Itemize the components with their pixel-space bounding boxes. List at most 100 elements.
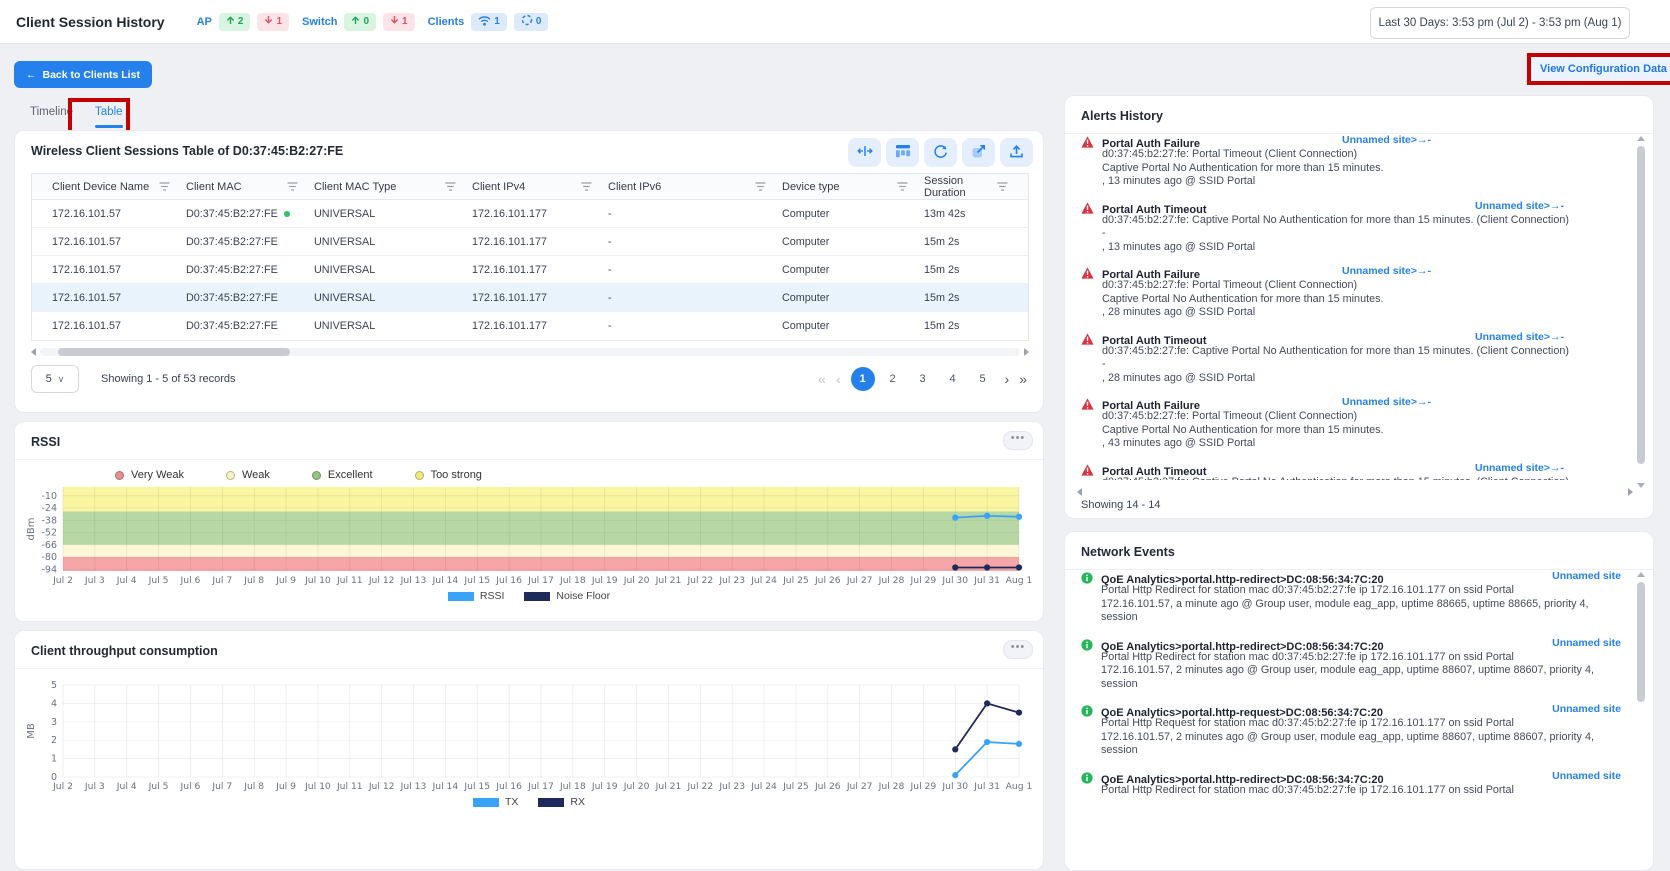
network-event-item[interactable]: QoE Analytics>portal.http-request>DC:08:… [1081,703,1621,758]
first-page-button[interactable]: « [818,372,826,386]
alert-site-link[interactable]: Unnamed site>→- [1475,462,1564,474]
table-row[interactable]: 172.16.101.57D0:37:45:B2:27:FEUNIVERSAL1… [32,228,1028,256]
page-button[interactable]: 4 [941,367,965,391]
switch-up-badge[interactable]: 0 [344,13,376,31]
resize-columns-button[interactable] [848,138,881,167]
network-event-item[interactable]: QoE Analytics>portal.http-redirect>DC:08… [1081,770,1621,798]
alert-site-link[interactable]: Unnamed site>→- [1342,134,1431,146]
date-range-picker[interactable]: Last 30 Days: 3:53 pm (Jul 2) - 3:53 pm … [1370,7,1630,39]
page-button[interactable]: 5 [971,367,995,391]
refresh-button[interactable] [924,138,957,167]
alert-item[interactable]: Portal Auth FailureUnnamed site>→-d0:37:… [1081,265,1621,320]
alert-detail-line: - [1102,227,1621,241]
filter-icon[interactable] [159,182,170,191]
svg-text:Jul 13: Jul 13 [400,575,427,586]
page-button[interactable]: 1 [851,367,875,391]
scrollbar-track[interactable] [40,348,1020,356]
scroll-left-icon[interactable] [31,348,36,356]
svg-text:Jul 3: Jul 3 [84,575,105,586]
events-vertical-scrollbar[interactable] [1637,572,1646,820]
alert-site-link[interactable]: Unnamed site>→- [1342,396,1431,408]
prev-page-button[interactable]: ‹ [836,372,841,386]
last-page-button[interactable]: » [1019,372,1027,386]
table-horizontal-scrollbar[interactable] [31,347,1029,356]
legend-item[interactable]: Noise Floor [524,590,610,602]
filter-icon[interactable] [581,182,592,191]
legend-item[interactable]: Very Weak [115,469,184,481]
svg-text:Jul 23: Jul 23 [718,575,745,586]
tab-timeline[interactable]: Timeline [30,106,73,128]
columns-button[interactable] [886,138,919,167]
legend-item[interactable]: Weak [226,469,270,481]
export-button[interactable] [1000,138,1033,167]
svg-text:Jul 8: Jul 8 [243,781,264,792]
scrollbar-thumb[interactable] [58,348,290,356]
alert-item[interactable]: Portal Auth TimeoutUnnamed site>→-d0:37:… [1081,200,1621,255]
event-detail-line: session [1101,611,1621,625]
table-row[interactable]: 172.16.101.57D0:37:45:B2:27:FEUNIVERSAL1… [32,312,1028,340]
alert-detail-line: , 43 minutes ago @ SSID Portal [1102,437,1621,451]
event-site-link[interactable]: Unnamed site [1552,770,1621,782]
switch-down-badge[interactable]: 1 [383,13,415,31]
cell-client-mac: D0:37:45:B2:27:FE [186,292,314,304]
upload-icon [1009,144,1024,162]
ap-down-badge[interactable]: 1 [257,13,289,31]
throughput-card: Client throughput consumption ••• 012345… [14,630,1044,870]
alert-item[interactable]: Portal Auth TimeoutUnnamed site>→-d0:37:… [1081,331,1621,386]
alert-site-link[interactable]: Unnamed site>→- [1342,265,1431,277]
ap-up-badge[interactable]: 2 [219,13,251,31]
columns-icon [895,144,911,161]
next-page-button[interactable]: › [1005,372,1010,386]
table-row[interactable]: 172.16.101.57D0:37:45:B2:27:FEUNIVERSAL1… [32,284,1028,312]
event-detail-line: Portal Http Request for station mac d0:3… [1101,717,1621,731]
network-event-item[interactable]: QoE Analytics>portal.http-redirect>DC:08… [1081,570,1621,625]
scroll-down-icon[interactable] [1637,483,1645,488]
filter-icon[interactable] [997,182,1008,191]
scrollbar-thumb[interactable] [1637,146,1645,464]
alerts-vertical-scrollbar[interactable] [1637,136,1646,488]
page-button[interactable]: 3 [911,367,935,391]
table-row[interactable]: 172.16.101.57D0:37:45:B2:27:FEUNIVERSAL1… [32,256,1028,284]
scrollbar-thumb[interactable] [1637,582,1645,702]
scroll-up-icon[interactable] [1637,136,1645,141]
table-row[interactable]: 172.16.101.57D0:37:45:B2:27:FEUNIVERSAL1… [32,200,1028,228]
view-configuration-link[interactable]: View Configuration Data [1531,57,1670,81]
event-site-link[interactable]: Unnamed site [1552,703,1621,715]
online-status-dot [284,211,290,217]
event-site-link[interactable]: Unnamed site [1552,637,1621,649]
legend-item[interactable]: TX [473,796,518,808]
more-options-button[interactable]: ••• [1003,431,1033,450]
legend-item[interactable]: RX [538,796,585,808]
scroll-up-icon[interactable] [1637,572,1645,577]
scroll-right-icon[interactable] [1628,488,1633,496]
page-size-select[interactable]: 5 ∨ [31,365,79,393]
alert-site-link[interactable]: Unnamed site>→- [1475,331,1564,343]
svg-text:-94: -94 [41,564,57,575]
clients-wireless-badge[interactable]: 1 [471,13,507,31]
filter-icon[interactable] [897,182,908,191]
filter-icon[interactable] [287,182,298,191]
page-button[interactable]: 2 [881,367,905,391]
event-site-link[interactable]: Unnamed site [1552,570,1621,582]
tab-table[interactable]: Table [95,106,123,128]
legend-item[interactable]: RSSI [448,590,505,602]
alert-site-link[interactable]: Unnamed site>→- [1475,200,1564,212]
alert-item[interactable]: Portal Auth TimeoutUnnamed site>→-d0:37:… [1081,462,1621,481]
cell-device-type: Computer [782,320,924,332]
filter-icon[interactable] [445,182,456,191]
left-arrow-icon: ← [26,69,37,81]
open-external-button[interactable] [962,138,995,167]
clients-other-badge[interactable]: 0 [514,13,549,31]
back-to-clients-button[interactable]: ← Back to Clients List [14,61,152,88]
alert-item[interactable]: Portal Auth FailureUnnamed site>→-d0:37:… [1081,396,1621,451]
legend-item[interactable]: Too strong [415,469,482,481]
svg-text:Jul 18: Jul 18 [559,781,586,792]
scroll-right-icon[interactable] [1024,348,1029,356]
filter-icon[interactable] [755,182,766,191]
legend-item[interactable]: Excellent [312,469,373,481]
alert-item[interactable]: Portal Auth FailureUnnamed site>→-d0:37:… [1081,134,1621,189]
more-options-button[interactable]: ••• [1003,640,1033,659]
scroll-left-icon[interactable] [1077,488,1082,496]
svg-text:Jul 5: Jul 5 [148,781,169,792]
network-event-item[interactable]: QoE Analytics>portal.http-redirect>DC:08… [1081,637,1621,692]
